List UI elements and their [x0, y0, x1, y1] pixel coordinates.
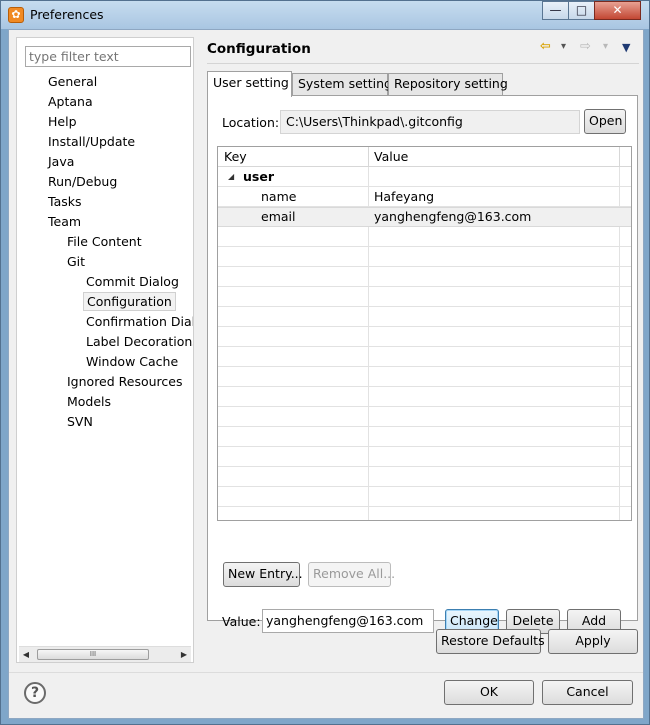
- remove-all-button[interactable]: Remove All...: [308, 562, 395, 587]
- tree-item-label: Window Cache: [86, 354, 179, 369]
- tree-item[interactable]: General: [17, 72, 193, 92]
- tree-item[interactable]: Java: [17, 152, 193, 172]
- location-label: Location:: [222, 115, 280, 130]
- value-label: Value:: [222, 614, 261, 629]
- tree-item-label: Aptana: [48, 94, 93, 109]
- tree-item-label: Ignored Resources: [67, 374, 183, 389]
- config-table: Key Value ◢ user name Hafeyang email yangheng…: [217, 146, 632, 521]
- title-separator: [207, 63, 639, 64]
- tree-item-label: Install/Update: [48, 134, 136, 149]
- tree-item-label: Java: [48, 154, 75, 169]
- tree-item[interactable]: SVN: [17, 412, 193, 432]
- tree-item[interactable]: Run/Debug: [17, 172, 193, 192]
- tab-user-setting[interactable]: User setting: [207, 71, 292, 97]
- expand-triangle-icon[interactable]: ◢: [228, 167, 234, 186]
- tree-item-label: Models: [67, 394, 112, 409]
- user-setting-panel: Location: C:\Users\Thinkpad\.gitconfig O…: [207, 95, 638, 634]
- back-arrow-icon[interactable]: ⇦: [540, 39, 551, 54]
- key-column-header[interactable]: Key: [224, 149, 247, 164]
- ok-button[interactable]: OK: [444, 680, 534, 705]
- close-button[interactable]: ✕: [594, 1, 641, 20]
- filter-input[interactable]: [25, 46, 191, 67]
- table-row[interactable]: ◢ user: [218, 167, 631, 187]
- tree-item[interactable]: Commit Dialog: [17, 272, 193, 292]
- preferences-window: ✿ Preferences — □ ✕ General Aptana Help Ins…: [0, 0, 650, 725]
- window-title: Preferences: [30, 7, 104, 22]
- row-key: email: [261, 209, 296, 224]
- scroll-thumb[interactable]: III: [37, 649, 149, 660]
- forward-arrow-icon[interactable]: ⇨: [580, 39, 591, 54]
- table-row[interactable]: name Hafeyang: [218, 187, 631, 207]
- open-button[interactable]: Open: [584, 109, 626, 134]
- tree-item[interactable]: Ignored Resources: [17, 372, 193, 392]
- location-field: C:\Users\Thinkpad\.gitconfig: [280, 110, 580, 134]
- cancel-button[interactable]: Cancel: [542, 680, 633, 705]
- tree-item[interactable]: Team: [17, 212, 193, 232]
- tree-item-label: SVN: [67, 414, 93, 429]
- tree-item[interactable]: Git: [17, 252, 193, 272]
- tree-item-label: General: [48, 74, 98, 89]
- tree-item[interactable]: Models: [17, 392, 193, 412]
- view-menu-icon[interactable]: ▼: [622, 41, 630, 54]
- column-divider[interactable]: [368, 147, 369, 167]
- dialog-client-area: General Aptana Help Install/Update Java Run/D…: [8, 29, 644, 719]
- tree-item-label: Confirmation Dialo: [86, 314, 193, 329]
- restore-defaults-button[interactable]: Restore Defaults: [436, 629, 545, 654]
- help-icon[interactable]: ?: [24, 682, 46, 704]
- table-row[interactable]: email yanghengfeng@163.com: [218, 207, 631, 227]
- dialog-button-bar: ? OK Cancel: [9, 672, 643, 718]
- tree-item[interactable]: Window Cache: [17, 352, 193, 372]
- tree-item-label: Label Decorations: [86, 334, 193, 349]
- value-column-header[interactable]: Value: [374, 149, 408, 164]
- tree-item-label: Team: [48, 214, 82, 229]
- column-divider-end: [619, 147, 620, 167]
- forward-menu-chevron-icon[interactable]: ▾: [603, 41, 608, 52]
- new-entry-button[interactable]: New Entry...: [223, 562, 303, 587]
- preference-tree: General Aptana Help Install/Update Java Run/D…: [17, 72, 193, 432]
- minimize-button[interactable]: —: [542, 1, 569, 20]
- tree-item-label: Git: [67, 254, 86, 269]
- tab-repository-setting[interactable]: Repository setting: [388, 73, 508, 95]
- row-value: Hafeyang: [374, 189, 435, 204]
- scroll-left-arrow-icon[interactable]: ◀: [19, 647, 33, 663]
- tree-item-label: Commit Dialog: [86, 274, 179, 289]
- value-input[interactable]: yanghengfeng@163.com: [262, 609, 434, 633]
- tree-item[interactable]: Install/Update: [17, 132, 193, 152]
- tree-item-label: Configuration: [83, 292, 176, 311]
- back-menu-chevron-icon[interactable]: ▾: [561, 41, 566, 52]
- tree-item-label: File Content: [67, 234, 142, 249]
- tree-item[interactable]: Aptana: [17, 92, 193, 112]
- maximize-button[interactable]: □: [568, 1, 595, 20]
- tree-horizontal-scrollbar[interactable]: ◀ III ▶: [19, 646, 191, 662]
- tree-item[interactable]: Confirmation Dialo: [17, 312, 193, 332]
- scroll-right-arrow-icon[interactable]: ▶: [177, 647, 191, 663]
- table-header: Key Value: [218, 147, 631, 167]
- apply-button[interactable]: Apply: [548, 629, 638, 654]
- tree-item[interactable]: Configuration: [17, 292, 193, 312]
- tree-item[interactable]: File Content: [17, 232, 193, 252]
- title-bar[interactable]: ✿ Preferences — □ ✕: [1, 1, 649, 29]
- app-icon: ✿: [8, 7, 24, 23]
- tree-item[interactable]: Help: [17, 112, 193, 132]
- tree-item[interactable]: Label Decorations: [17, 332, 193, 352]
- tab-system-setting[interactable]: System setting: [292, 73, 392, 95]
- page-title: Configuration: [207, 41, 311, 57]
- tree-item-label: Help: [48, 114, 77, 129]
- preference-tree-pane: General Aptana Help Install/Update Java Run/D…: [16, 37, 194, 663]
- tree-item-label: Tasks: [48, 194, 82, 209]
- tree-item-label: Run/Debug: [48, 174, 118, 189]
- row-key: name: [261, 189, 297, 204]
- tree-item[interactable]: Tasks: [17, 192, 193, 212]
- row-key: user: [243, 169, 274, 184]
- row-value: yanghengfeng@163.com: [374, 209, 532, 224]
